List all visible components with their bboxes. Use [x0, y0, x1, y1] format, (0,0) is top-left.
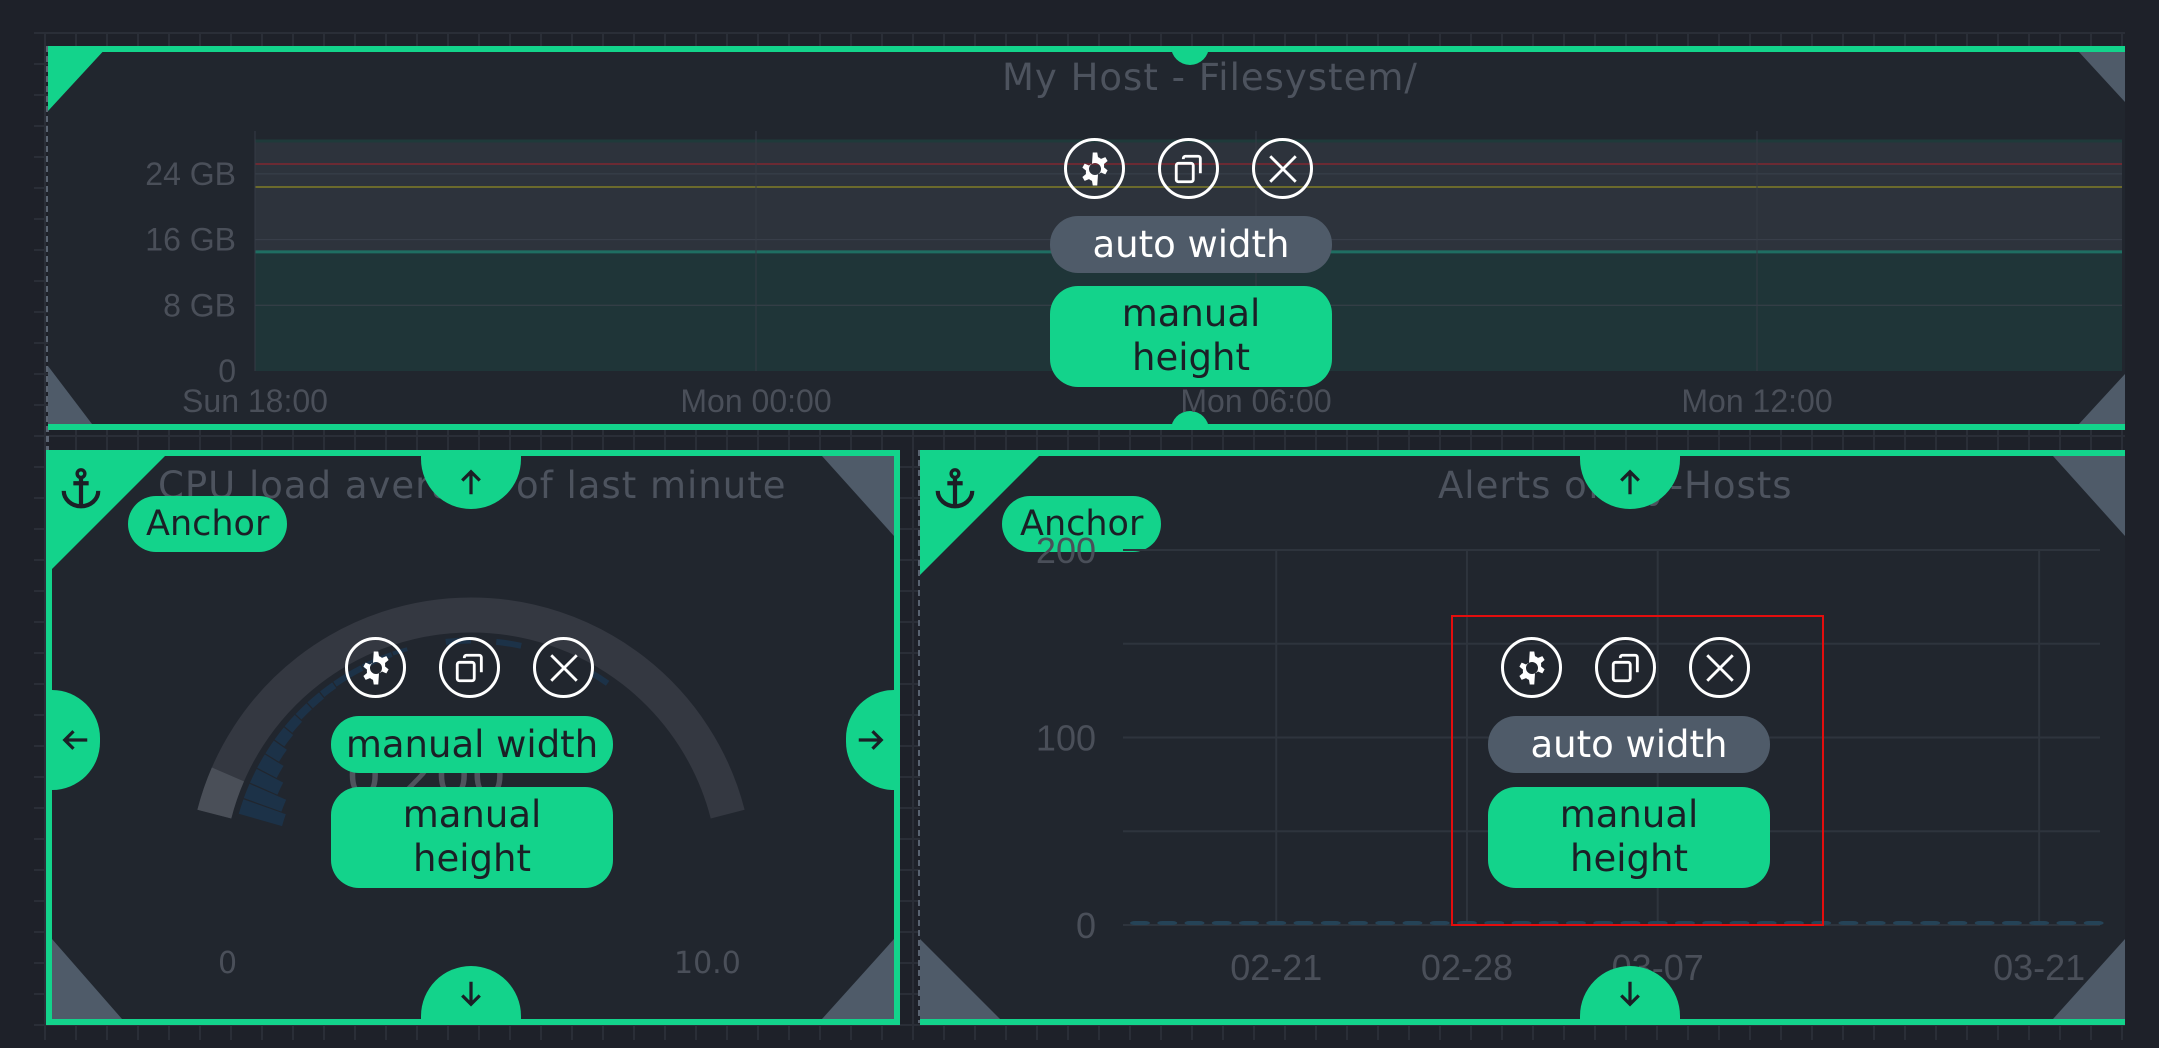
bar: [2029, 921, 2050, 925]
height-mode-toggle[interactable]: manual height: [1050, 286, 1332, 387]
bar: [1320, 921, 1341, 925]
histogram-bin: [243, 783, 287, 812]
bar: [1184, 921, 1205, 925]
bar: [1920, 921, 1941, 925]
bar: [2056, 921, 2077, 925]
bar: [1402, 921, 1423, 925]
clone-button[interactable]: [1595, 637, 1656, 698]
arrow-up-icon: [461, 468, 481, 494]
settings-button[interactable]: [1064, 138, 1125, 199]
clone-icon: [1174, 154, 1202, 183]
x-tick-label: 03-21: [1993, 947, 2085, 988]
gear-icon: [362, 651, 389, 684]
x-tick-label: Mon 06:00: [1180, 383, 1331, 419]
settings-button[interactable]: [1501, 637, 1562, 698]
height-mode-toggle[interactable]: manual height: [1488, 787, 1770, 888]
bar: [2001, 921, 2022, 925]
histogram-bin: [590, 670, 610, 686]
bar: [1130, 921, 1150, 925]
histogram-bin: [274, 727, 294, 747]
clone-button[interactable]: [439, 637, 500, 698]
bar: [1429, 921, 1450, 925]
clone-button[interactable]: [1158, 138, 1219, 199]
close-icon: [1705, 653, 1734, 682]
clone-icon: [455, 653, 483, 682]
dashlet-filesystem[interactable]: My Host - Filesystem/ 08 GB 16 GB 24 GB Sun…: [48, 46, 2125, 430]
y-tick-label: 16 GB: [145, 222, 236, 258]
delete-button[interactable]: [533, 637, 594, 698]
close-icon: [1268, 154, 1297, 183]
x-tick-label: 02-21: [1230, 947, 1322, 988]
bar: [1865, 921, 1886, 925]
arrow-down-icon: [461, 981, 481, 1007]
bar: [1947, 921, 1968, 925]
gauge-value-arc: [197, 767, 245, 819]
width-mode-toggle[interactable]: auto width: [1050, 216, 1332, 273]
width-mode-toggle[interactable]: manual width: [331, 716, 613, 773]
settings-button[interactable]: [345, 637, 406, 698]
height-mode-toggle[interactable]: manual height: [331, 787, 613, 888]
y-tick-label: 200: [1036, 530, 1096, 571]
dashlet-cpu-load[interactable]: CPU load average of last minute Anchor 0…: [46, 450, 900, 1025]
y-tick-label: 100: [1036, 718, 1096, 759]
y-tick-label: 0: [1076, 905, 1096, 946]
bar: [1211, 921, 1232, 925]
delete-button[interactable]: [1252, 138, 1313, 199]
x-tick-label: Mon 12:00: [1681, 383, 1832, 419]
clone-icon: [1611, 653, 1639, 682]
arrow-right-icon: [858, 730, 884, 750]
bar: [1238, 921, 1259, 925]
histogram-bin: [249, 768, 284, 795]
width-mode-toggle[interactable]: auto width: [1488, 716, 1770, 773]
histogram-bin: [307, 692, 325, 709]
gear-icon: [1081, 152, 1108, 185]
histogram-bin: [295, 703, 312, 720]
x-tick-label: Mon 00:00: [680, 383, 831, 419]
gear-icon: [1518, 651, 1545, 684]
arrow-up-icon: [1620, 468, 1640, 494]
bar: [1266, 921, 1287, 925]
bar: [1157, 921, 1178, 925]
bar: [1892, 921, 1913, 925]
bar: [1293, 921, 1314, 925]
histogram-bin: [238, 799, 286, 827]
bar: [1375, 921, 1396, 925]
bar: [1347, 921, 1368, 925]
bar: [1838, 921, 1859, 925]
histogram-bin: [284, 714, 303, 733]
x-tick-label: Sun 18:00: [182, 383, 328, 419]
y-tick-label: 24 GB: [145, 156, 236, 192]
y-tick-label: 8 GB: [163, 287, 236, 323]
close-icon: [549, 653, 578, 682]
histogram-bin: [319, 682, 337, 698]
arrow-left-icon: [62, 730, 88, 750]
delete-button[interactable]: [1689, 637, 1750, 698]
histogram-bin: [257, 754, 284, 779]
gauge-min-label: 0: [218, 946, 238, 981]
dashlet-alerts[interactable]: Alerts of My-Hosts Anchor 02-21 02-28 03-0…: [920, 450, 2125, 1025]
histogram-bin: [265, 740, 287, 762]
bar: [2083, 921, 2104, 925]
bar: [1974, 921, 1995, 925]
arrow-down-icon: [1620, 981, 1640, 1007]
x-tick-label: 02-28: [1421, 947, 1513, 988]
histogram-bin: [495, 638, 522, 649]
gauge-max-label: 10.0: [674, 946, 741, 981]
